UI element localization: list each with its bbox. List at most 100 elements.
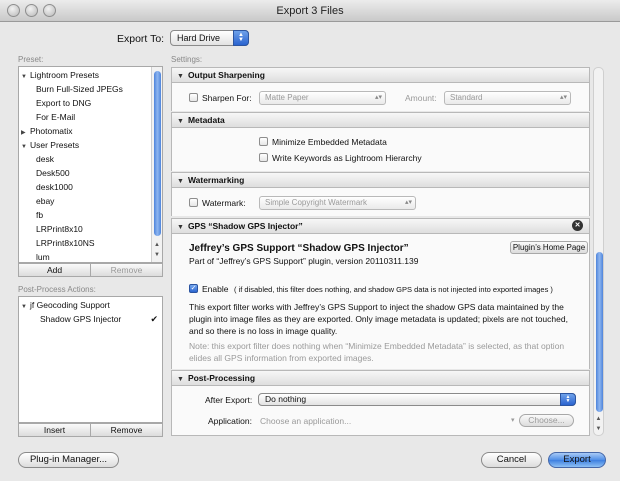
sharpen-label: Sharpen For: — [202, 93, 252, 103]
export-to-value: Hard Drive — [177, 33, 221, 43]
settings-scrollbar[interactable]: ▲ ▼ — [593, 67, 604, 436]
scroll-up-icon[interactable]: ▲ — [152, 240, 162, 250]
plugin-home-page-button[interactable]: Plugin’s Home Page — [510, 241, 588, 254]
remove-filter-icon[interactable]: ✕ — [572, 220, 583, 231]
preset-group-lightroom[interactable]: ▼ Lightroom Presets — [21, 70, 99, 80]
collapsed-triangle-icon[interactable]: ▶ — [21, 129, 30, 136]
amount-value: Standard — [450, 93, 483, 102]
expanded-triangle-icon[interactable]: ▼ — [21, 144, 30, 150]
cancel-button[interactable]: Cancel — [481, 452, 542, 468]
settings-scroll-thumb[interactable] — [596, 252, 603, 412]
minimize-metadata-label: Minimize Embedded Metadata — [272, 137, 387, 147]
section-title: Watermarking — [187, 175, 245, 185]
preset-item[interactable]: fb — [36, 210, 43, 220]
preset-item[interactable]: ebay — [36, 196, 54, 206]
after-export-popup[interactable]: Do nothing ▲ ▼ — [258, 393, 576, 406]
popup-arrows-icon: ▴▾ — [404, 199, 412, 206]
post-process-list[interactable]: ▼ jf Geocoding Support Shadow GPS Injecto… — [18, 296, 163, 423]
gps-section-header[interactable]: ▼ GPS “Shadow GPS Injector” ✕ — [171, 218, 590, 234]
window-title: Export 3 Files — [276, 5, 344, 17]
minimize-metadata-checkbox[interactable] — [259, 137, 268, 146]
preset-item[interactable]: Export to DNG — [36, 98, 91, 108]
after-export-value: Do nothing — [265, 394, 307, 404]
popup-arrows-icon: ▲ ▼ — [233, 30, 249, 46]
gps-note-line: Note: this export filter does nothing wh… — [189, 341, 565, 351]
amount-popup[interactable]: Standard ▴▾ — [444, 91, 571, 105]
add-preset-button[interactable]: Add — [18, 263, 91, 277]
gps-description-line: and so there is no loss in image quality… — [189, 326, 338, 336]
scroll-down-icon[interactable]: ▼ — [152, 250, 162, 260]
zoom-window-icon[interactable] — [43, 4, 56, 17]
application-label: Application: — [208, 416, 252, 426]
preset-item[interactable]: For E-Mail — [36, 112, 75, 122]
popup-arrows-icon: ▴▾ — [374, 94, 382, 101]
checkmark-icon: ✔ — [150, 314, 158, 324]
popup-arrows-icon: ▴▾ — [559, 94, 567, 101]
preset-list[interactable]: ▼ Lightroom Presets Burn Full-Sized JPEGs… — [18, 66, 163, 263]
preset-group-photomatix[interactable]: ▶ Photomatix — [21, 126, 73, 136]
preset-item[interactable]: LRPrint8x10 — [36, 224, 83, 234]
watermark-popup[interactable]: Simple Copyright Watermark ▴▾ — [259, 196, 416, 210]
watermarking-body: Watermark: Simple Copyright Watermark ▴▾ — [171, 188, 590, 216]
preset-scrollbar[interactable]: ▲ ▼ — [151, 67, 162, 262]
enable-checkbox[interactable]: ✓ — [189, 284, 198, 293]
preset-item[interactable]: Burn Full-Sized JPEGs — [36, 84, 123, 94]
popup-arrows-icon: ▲ ▼ — [560, 393, 576, 406]
preset-item[interactable]: lum — [36, 252, 50, 262]
scroll-down-icon[interactable]: ▼ — [594, 424, 603, 434]
application-field[interactable]: Choose an application... — [260, 416, 351, 426]
choose-application-button[interactable]: Choose... — [519, 414, 574, 427]
export-to-label: Export To: — [117, 33, 165, 45]
section-title: Output Sharpening — [187, 70, 265, 80]
metadata-header[interactable]: ▼ Metadata — [171, 112, 590, 128]
post-process-item-label: Shadow GPS Injector — [40, 314, 122, 324]
preset-item[interactable]: desk1000 — [36, 182, 73, 192]
remove-preset-button[interactable]: Remove — [90, 263, 163, 277]
expanded-triangle-icon[interactable]: ▼ — [21, 304, 30, 310]
post-process-group-label: jf Geocoding Support — [30, 300, 110, 310]
enable-label: Enable — [202, 284, 229, 294]
preset-label: Preset: — [18, 55, 44, 64]
plugin-manager-button[interactable]: Plug-in Manager... — [18, 452, 119, 468]
preset-scroll-thumb[interactable] — [154, 71, 161, 236]
post-processing-header[interactable]: ▼ Post-Processing — [171, 370, 590, 386]
section-title: Metadata — [187, 115, 225, 125]
gps-subheading: Part of “Jeffrey’s GPS Support” plugin, … — [189, 256, 419, 266]
post-process-item[interactable]: Shadow GPS Injector ✔ — [40, 314, 162, 324]
preset-group-user[interactable]: ▼ User Presets — [21, 140, 79, 150]
expanded-triangle-icon[interactable]: ▼ — [177, 224, 184, 231]
preset-item[interactable]: LRPrint8x10NS — [36, 238, 95, 248]
metadata-body: Minimize Embedded Metadata Write Keyword… — [171, 128, 590, 171]
remove-action-button[interactable]: Remove — [90, 423, 163, 437]
expanded-triangle-icon[interactable]: ▼ — [177, 178, 184, 185]
export-button[interactable]: Export — [548, 452, 606, 468]
expanded-triangle-icon[interactable]: ▼ — [21, 74, 30, 80]
sharpen-checkbox[interactable] — [189, 93, 198, 102]
insert-action-button[interactable]: Insert — [18, 423, 91, 437]
enable-note: ( if disabled, this filter does nothing,… — [234, 285, 553, 294]
scroll-up-icon[interactable]: ▲ — [594, 414, 603, 424]
close-window-icon[interactable] — [7, 4, 20, 17]
preset-item[interactable]: desk — [36, 154, 54, 164]
write-keywords-checkbox[interactable] — [259, 153, 268, 162]
output-sharpening-header[interactable]: ▼ Output Sharpening — [171, 67, 590, 83]
sharpen-popup[interactable]: Matte Paper ▴▾ — [259, 91, 386, 105]
watermarking-header[interactable]: ▼ Watermarking — [171, 172, 590, 188]
settings-label: Settings: — [171, 55, 203, 64]
expanded-triangle-icon[interactable]: ▼ — [177, 118, 184, 125]
preset-item[interactable]: Desk500 — [36, 168, 70, 178]
export-to-popup[interactable]: Hard Drive ▲ ▼ — [170, 30, 249, 46]
preset-group-label: Lightroom Presets — [30, 70, 99, 80]
minimize-window-icon[interactable] — [25, 4, 38, 17]
post-process-group[interactable]: ▼ jf Geocoding Support — [21, 300, 110, 310]
dropdown-icon[interactable]: ▾ — [511, 416, 515, 424]
expanded-triangle-icon[interactable]: ▼ — [177, 73, 184, 80]
output-sharpening-body: Sharpen For: Matte Paper ▴▾ Amount: Stan… — [171, 83, 590, 111]
watermark-checkbox[interactable] — [189, 198, 198, 207]
expanded-triangle-icon[interactable]: ▼ — [177, 376, 184, 383]
gps-note-line: elides all GPS information from exported… — [189, 353, 374, 363]
preset-group-label: Photomatix — [30, 126, 73, 136]
preset-group-label: User Presets — [30, 140, 80, 150]
gps-description-line: This export filter works with Jeffrey’s … — [189, 302, 564, 312]
section-title: Post-Processing — [187, 373, 256, 383]
